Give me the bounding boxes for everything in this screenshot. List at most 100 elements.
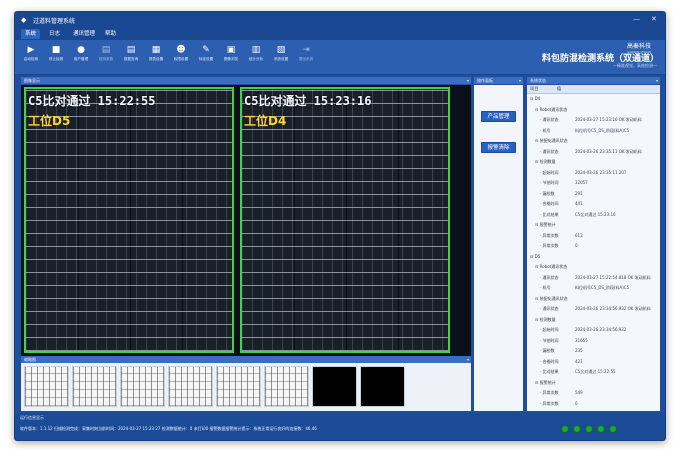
tree-row[interactable]: · 漏检数 235: [527, 347, 660, 355]
tree-row[interactable]: · 通讯状态 2024-03-27 15:22:54.818 OK 发动机料: [527, 274, 660, 282]
toolbar-button-2[interactable]: ● 用户管理: [69, 43, 93, 71]
tree-item-label: · 起始时间: [540, 327, 559, 332]
tree-row[interactable]: · 机号 料位机号C5_DS_阶段(料A)C5: [527, 284, 660, 292]
tree-row[interactable]: · 节拍时间 32057: [527, 179, 660, 187]
toolbar-button-label: 系统设置: [273, 57, 289, 61]
pin-icon[interactable]: ▾: [519, 77, 521, 84]
tree-item-label: · 异常次数: [540, 400, 559, 406]
thumbnail-image[interactable]: [360, 366, 405, 407]
tree-item-label: · 漏检数: [540, 348, 555, 353]
play-icon: ▶: [27, 45, 35, 55]
thumbnail-image[interactable]: [312, 366, 357, 407]
thumbnail-strip: [21, 363, 471, 411]
tree-item-label: · 节拍时间: [540, 337, 559, 343]
toolbar-button-label: 图像浏览: [223, 57, 239, 61]
thumbnail-image[interactable]: [24, 366, 69, 407]
toolbar-button-10[interactable]: ▧ 系统设置: [269, 43, 293, 71]
tree-row[interactable]: ⊟ Robot通讯状态: [527, 263, 660, 271]
tree-item-value: C5比对通过 15:22:55: [575, 369, 616, 374]
tree-item-label: · 异常次数: [540, 232, 559, 238]
status-panel-title: 运行信息显示: [20, 415, 44, 420]
tree-row[interactable]: · 异常次数 613: [527, 232, 660, 240]
camera-view-d5[interactable]: C5比对通过 15:22:55 工位D5: [24, 87, 234, 353]
thumbnail-image[interactable]: [264, 366, 309, 407]
toolbar-button-7[interactable]: ✎ 标定设置: [194, 43, 218, 71]
toolbar-button-1[interactable]: ■ 停止检测: [44, 43, 68, 71]
tree-item-value: 32057: [575, 180, 588, 185]
tree-row[interactable]: · 漏检数 291: [527, 190, 660, 198]
toolbar-button-0[interactable]: ▶ 启动检测: [19, 43, 43, 71]
thumbnail-image[interactable]: [168, 366, 213, 407]
camera-overlay-text: C5比对通过 15:23:16: [244, 94, 372, 108]
thumbnail-image[interactable]: [72, 366, 117, 407]
toolbar-button-8[interactable]: ▣ 图像浏览: [219, 43, 243, 71]
tree-item-value: 2024-03-26 23:35:11 OK 发动机料: [575, 148, 642, 154]
tree-row[interactable]: · 通讯状态 2024-03-27 15:23:16 OK 发动机料: [527, 116, 660, 124]
alarm-clear-button[interactable]: 报警清除: [481, 142, 516, 153]
system-subtitle: 一精准视觉，高效检测一: [613, 63, 657, 68]
tree-row[interactable]: · 异常次数 549: [527, 389, 660, 397]
stop-icon: ■: [51, 45, 61, 55]
toolbar-button-4[interactable]: ▤ 数据查询: [119, 43, 143, 71]
tree-row[interactable]: · 通讯状态 2024-03-26 23:35:11 OK 发动机料: [527, 148, 660, 156]
view-panel-header: 图像显示 ▾: [21, 77, 471, 84]
pin-icon[interactable]: ▾: [656, 77, 658, 84]
toolbar-button-3[interactable]: ▤ 检测参数: [94, 43, 118, 71]
toolbar-button-label: 用户管理: [73, 57, 89, 61]
station-label: 工位D4: [244, 114, 287, 128]
menu-system[interactable]: 系统: [21, 29, 41, 39]
data-panel-header: 系统状态 ▾: [527, 77, 660, 84]
tree-item-label: · 比对结果: [540, 211, 559, 217]
tree-row[interactable]: · 起始时间 2024-03-26 23:35:11.207: [527, 169, 660, 177]
menu-comm[interactable]: 通讯管理: [69, 29, 99, 39]
tree-row[interactable]: · 比对结果 C5比对通过 15:23:16: [527, 211, 660, 219]
tree-row[interactable]: · 合格时间 441: [527, 200, 660, 208]
tree-row[interactable]: ⊟ 装配化通讯状态: [527, 137, 660, 145]
ops-panel: 产品管理 报警清除: [474, 85, 523, 411]
minimize-button[interactable]: —: [633, 15, 640, 23]
tree-row[interactable]: ⊟ 装配化通讯状态: [527, 295, 660, 303]
pin-icon[interactable]: ▾: [467, 356, 469, 363]
tree-row[interactable]: ⊟ D4: [527, 95, 660, 103]
toolbar-button-label: 检测参数: [98, 57, 114, 61]
toolbar-button-5[interactable]: ▦ 报表设置: [144, 43, 168, 71]
tree-item-value: 2024-03-26 23:35:11.207: [575, 169, 627, 175]
tree-row[interactable]: · 通讯状态 2024-03-26 23:34:56.932 OK 发动机料: [527, 305, 660, 313]
tree-item-value: 2024-03-27 15:22:54.818 OK 发动机料: [575, 274, 651, 280]
tree-item-value: 料位机号C5_DS_阶段(料A)C5: [575, 127, 630, 133]
camera-view-d4[interactable]: C5比对通过 15:23:16 工位D4: [240, 87, 450, 353]
thumbs-panel-header: 缩略图 ▾: [21, 356, 471, 363]
station-label: 工位D5: [28, 114, 71, 128]
title-bar: ◆ 过道料管理系统 — ✕: [15, 12, 665, 28]
menu-log[interactable]: 日志: [45, 29, 64, 39]
tree-row[interactable]: · 合格时间 421: [527, 358, 660, 366]
tree-row[interactable]: ⊟ D5: [527, 253, 660, 261]
tree-row[interactable]: · 机号 料位机号C5_DS_阶段(料A)C5: [527, 127, 660, 135]
menu-help[interactable]: 帮助: [101, 29, 120, 39]
menu-bar: 系统 日志 通讯管理 帮助: [15, 28, 665, 40]
thumbnail-image[interactable]: [216, 366, 261, 407]
product-management-button[interactable]: 产品管理: [481, 111, 516, 122]
tree-row[interactable]: ⊟ 检测数量: [527, 316, 660, 324]
tree-row[interactable]: · 异常次数 0: [527, 400, 660, 408]
tree-row[interactable]: ⊟ 报警统计: [527, 221, 660, 229]
tree-item-label: ⊟ D4: [530, 96, 541, 101]
tree-row[interactable]: · 节拍时间 31655: [527, 337, 660, 345]
toolbar-button-label: 停止检测: [48, 57, 64, 61]
status-text: 软件版本：1.1.12 扫描检测完成：采集时刻当前时间：2024-03-27 1…: [20, 426, 317, 431]
close-button[interactable]: ✕: [651, 15, 657, 23]
ops-panel-header: 操作面板 ▾: [474, 77, 523, 84]
calculator-icon: ▥: [251, 45, 261, 55]
tree-row[interactable]: · 比对结果 C5比对通过 15:22:55: [527, 368, 660, 376]
toolbar-button-6[interactable]: ☻ 权限设置: [169, 43, 193, 71]
tree-row[interactable]: · 异常次数 0: [527, 242, 660, 250]
tree-row[interactable]: ⊟ Robot通讯状态: [527, 106, 660, 114]
tree-row[interactable]: · 起始时间 2024-03-26 23:34:56.932: [527, 326, 660, 334]
tree-item-label: ⊟ 检测数量: [535, 159, 556, 164]
thumbnail-image[interactable]: [120, 366, 165, 407]
toolbar-button-11[interactable]: ⇥ 退出系统: [294, 43, 318, 71]
tree-row[interactable]: ⊟ 报警统计: [527, 379, 660, 387]
toolbar-button-9[interactable]: ▥ 统计分析: [244, 43, 268, 71]
pin-icon[interactable]: ▾: [467, 77, 469, 84]
tree-row[interactable]: ⊟ 检测数量: [527, 158, 660, 166]
